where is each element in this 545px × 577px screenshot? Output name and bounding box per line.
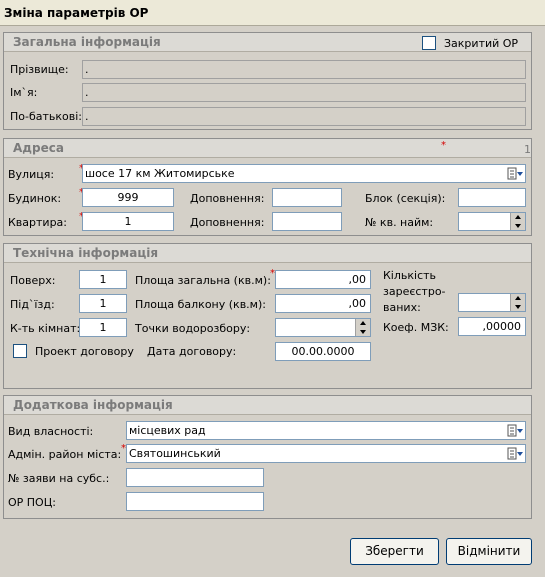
total-area-field[interactable]: ,00 <box>275 270 371 289</box>
apartment-add-field[interactable] <box>272 212 342 231</box>
address-page-number: 1 <box>524 143 531 156</box>
window-title: Зміна параметрів ОР <box>0 0 545 26</box>
registered-label-2: зареєстро- <box>383 285 446 298</box>
building-add-field[interactable] <box>272 188 342 207</box>
apartment-add-label: Доповнення: <box>190 216 265 229</box>
address-header: Адреса <box>4 139 531 158</box>
street-select[interactable]: шосе 17 км Житомирське <box>82 164 526 183</box>
cancel-button[interactable]: Відмінити <box>446 538 532 565</box>
total-area-label: Площа загальна (кв.м): <box>135 274 271 287</box>
name-field: . <box>82 83 526 102</box>
address-group: Адреса * 1 Вулиця: * шосе 17 км Житомирс… <box>3 138 532 236</box>
entrance-field[interactable]: 1 <box>79 294 127 313</box>
contract-date-field[interactable]: 00.00.0000 <box>275 342 371 361</box>
contract-date-label: Дата договору: <box>147 345 237 358</box>
patronymic-field: . <box>82 107 526 126</box>
additional-header: Додаткова інформація <box>4 396 531 415</box>
spinner-icon[interactable] <box>355 319 370 336</box>
balcony-area-field[interactable]: ,00 <box>275 294 371 313</box>
district-value: Святошинський <box>129 447 221 460</box>
balcony-area-label: Площа балкону (кв.м): <box>135 298 266 311</box>
water-points-spinner[interactable] <box>275 318 371 337</box>
spinner-icon[interactable] <box>510 213 525 230</box>
closed-label: Закритий ОР <box>444 37 519 50</box>
draft-contract-label: Проект договору <box>35 345 134 358</box>
address-required-mark: * <box>441 140 446 151</box>
district-label: Адмін. район міста: <box>8 448 122 461</box>
spinner-icon[interactable] <box>510 294 525 311</box>
dropdown-list-icon[interactable] <box>507 423 524 438</box>
registered-label-1: Кількість <box>383 269 437 282</box>
surname-field: . <box>82 60 526 79</box>
apartment-field[interactable]: 1 <box>82 212 174 231</box>
subsidy-field[interactable] <box>126 468 264 487</box>
general-info-group: Загальна інформація Закритий ОР Прізвище… <box>3 32 532 130</box>
rooms-field[interactable]: 1 <box>79 318 127 337</box>
dropdown-list-icon[interactable] <box>507 166 524 181</box>
building-add-label: Доповнення: <box>190 192 265 205</box>
floor-label: Поверх: <box>10 274 56 287</box>
registered-spinner[interactable] <box>458 293 526 312</box>
rooms-label: К-ть кімнат: <box>10 322 81 335</box>
coef-label: Коеф. МЗК: <box>383 321 449 334</box>
block-field[interactable] <box>458 188 526 207</box>
entrance-label: Під`їзд: <box>10 298 55 311</box>
poc-label: ОР ПОЦ: <box>8 496 56 509</box>
technical-header: Технічна інформація <box>4 244 531 263</box>
water-points-label: Точки водорозбору: <box>135 322 251 335</box>
coef-field[interactable]: ,00000 <box>458 317 526 336</box>
save-button[interactable]: Зберегти <box>350 538 439 565</box>
street-value: шосе 17 км Житомирське <box>85 167 235 180</box>
ownership-select[interactable]: місцевих рад <box>126 421 526 440</box>
surname-label: Прізвище: <box>10 63 69 76</box>
technical-group: Технічна інформація Поверх: 1 Під`їзд: 1… <box>3 243 532 389</box>
patronymic-label: По-батькові: <box>10 110 83 123</box>
additional-group: Додаткова інформація Вид власності: місц… <box>3 395 532 519</box>
district-select[interactable]: Святошинський <box>126 444 526 463</box>
building-field[interactable]: 999 <box>82 188 174 207</box>
apartment-label: Квартира: <box>8 216 68 229</box>
block-label: Блок (секція): <box>365 192 446 205</box>
subsidy-label: № заяви на субс.: <box>8 472 110 485</box>
draft-contract-checkbox[interactable] <box>13 344 27 358</box>
ownership-value: місцевих рад <box>129 424 206 437</box>
floor-field[interactable]: 1 <box>79 270 127 289</box>
registered-label-3: ваних: <box>383 301 421 314</box>
name-label: Ім`я: <box>10 86 38 99</box>
poc-field[interactable] <box>126 492 264 511</box>
building-label: Будинок: <box>8 192 62 205</box>
dropdown-list-icon[interactable] <box>507 446 524 461</box>
hire-no-label: № кв. найм: <box>365 216 434 229</box>
closed-checkbox[interactable] <box>422 36 436 50</box>
hire-no-spinner[interactable] <box>458 212 526 231</box>
ownership-label: Вид власності: <box>8 425 94 438</box>
street-label: Вулиця: <box>8 168 55 181</box>
